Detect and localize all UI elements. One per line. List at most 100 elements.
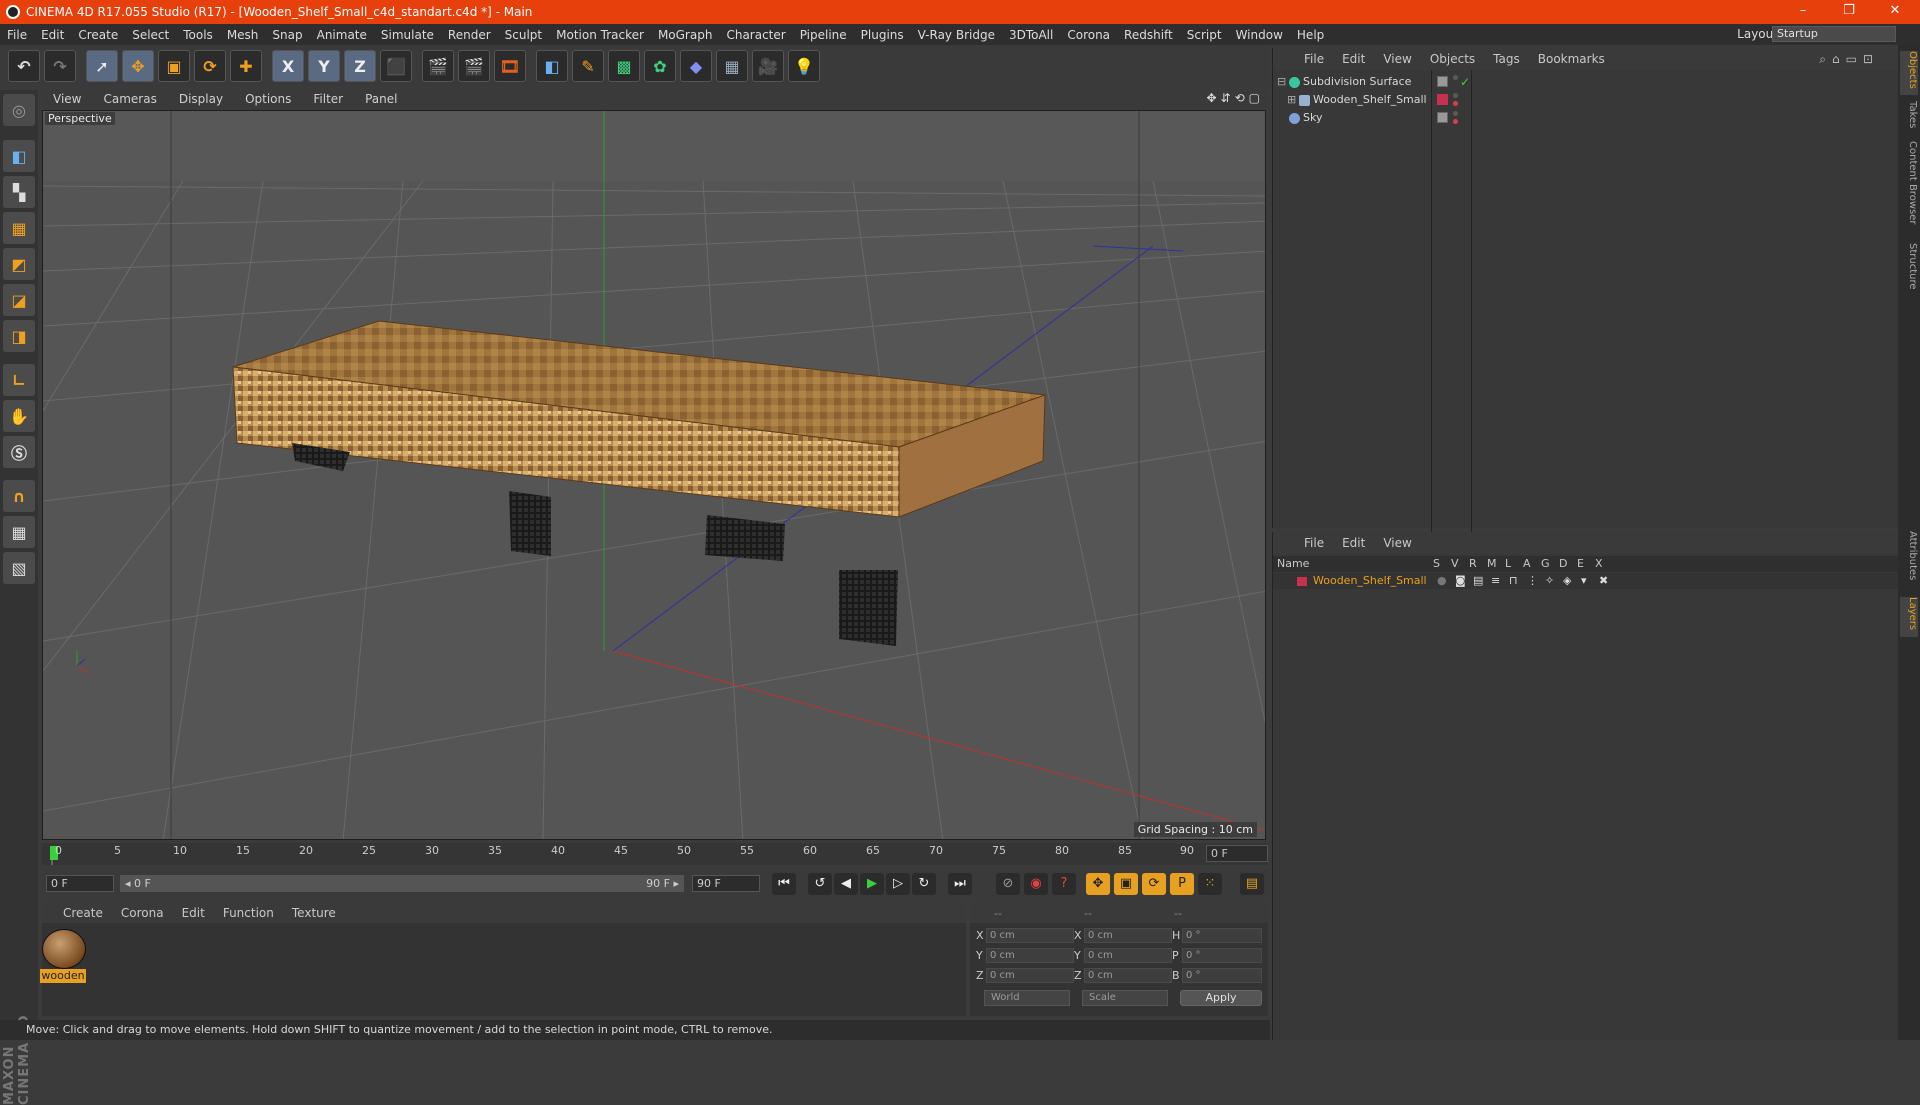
tab-content-browser[interactable]: Content Browser bbox=[1900, 141, 1918, 237]
layer-deformer-icon[interactable]: ◈ bbox=[1563, 573, 1571, 589]
object-menu-edit[interactable]: Edit bbox=[1333, 52, 1374, 66]
position-z-field[interactable]: 0 cm bbox=[986, 968, 1074, 983]
key-position-icon[interactable]: ✥ bbox=[1086, 873, 1110, 895]
viewport-menu-options[interactable]: Options bbox=[234, 92, 302, 106]
menu-render[interactable]: Render bbox=[441, 28, 498, 42]
previous-frame-icon[interactable]: ◀ bbox=[834, 873, 858, 895]
coordinate-mode-select[interactable]: World bbox=[984, 990, 1070, 1006]
material-preview[interactable] bbox=[42, 929, 86, 969]
material-menu-function[interactable]: Function bbox=[214, 906, 283, 920]
layer-color-swatch[interactable] bbox=[1297, 577, 1307, 586]
layer-manager-icon[interactable]: ≡ bbox=[1491, 573, 1500, 589]
viewport-menu-filter[interactable]: Filter bbox=[302, 92, 354, 106]
layer-menu-file[interactable]: File bbox=[1295, 536, 1333, 550]
material-name[interactable]: wooden bbox=[40, 969, 86, 983]
layer-expression-icon[interactable]: ▾ bbox=[1581, 573, 1587, 589]
menu-3dtoall[interactable]: 3DToAll bbox=[1002, 28, 1060, 42]
record-active-icon[interactable]: ⊘ bbox=[996, 873, 1020, 895]
size-z-field[interactable]: 0 cm bbox=[1084, 968, 1172, 983]
viewport-navigation-icons[interactable]: ✥⇵⟲▢ bbox=[1206, 91, 1264, 105]
rotate-tool-icon[interactable]: ⟳ bbox=[194, 50, 226, 82]
select-cursor-icon[interactable]: ➚ bbox=[86, 50, 118, 82]
previous-key-icon[interactable]: ↺ bbox=[808, 873, 832, 895]
next-frame-icon[interactable]: ▷ bbox=[886, 873, 910, 895]
layer-solo-icon[interactable]: ● bbox=[1437, 573, 1447, 589]
layer-generator-icon[interactable]: ✧ bbox=[1545, 573, 1554, 589]
menu-sculpt[interactable]: Sculpt bbox=[498, 28, 549, 42]
viewport-menu-panel[interactable]: Panel bbox=[354, 92, 408, 106]
menu-file[interactable]: File bbox=[0, 28, 34, 42]
object-name[interactable]: Wooden_Shelf_Small bbox=[1313, 91, 1427, 109]
subdivision-surface-icon[interactable]: ▩ bbox=[608, 50, 640, 82]
menu-create[interactable]: Create bbox=[71, 28, 125, 42]
object-menu-objects[interactable]: Objects bbox=[1421, 52, 1484, 66]
layer-color-icon[interactable] bbox=[1437, 94, 1448, 105]
axis-mode-icon[interactable]: ∟ bbox=[3, 364, 35, 396]
z-axis-lock-button[interactable]: Z bbox=[344, 50, 376, 82]
key-scale-icon[interactable]: ▣ bbox=[1114, 873, 1138, 895]
points-mode-icon[interactable]: ◩ bbox=[3, 248, 35, 280]
position-x-field[interactable]: 0 cm bbox=[986, 928, 1074, 943]
visibility-editor-dot[interactable] bbox=[1453, 75, 1458, 80]
collapse-icon[interactable]: ⊟ bbox=[1277, 73, 1286, 91]
viewport-menu-cameras[interactable]: Cameras bbox=[92, 92, 167, 106]
minimize-button[interactable]: – bbox=[1780, 0, 1826, 24]
move-tool-icon[interactable]: ✥ bbox=[122, 50, 154, 82]
size-y-field[interactable]: 0 cm bbox=[1084, 948, 1172, 963]
layer-render-icon[interactable]: ▤ bbox=[1473, 573, 1483, 589]
viewport-menu-display[interactable]: Display bbox=[168, 92, 234, 106]
menu-mograph[interactable]: MoGraph bbox=[651, 28, 720, 42]
object-menu-bookmarks[interactable]: Bookmarks bbox=[1529, 52, 1614, 66]
object-row-wooden-shelf[interactable]: ⊞ Wooden_Shelf_Small bbox=[1273, 91, 1899, 109]
object-row-subdivision-surface[interactable]: ⊟ Subdivision Surface ✓ bbox=[1273, 73, 1899, 91]
end-frame-field[interactable]: 90 F bbox=[692, 875, 760, 892]
object-menu-tags[interactable]: Tags bbox=[1484, 52, 1529, 66]
menu-vray-bridge[interactable]: V-Ray Bridge bbox=[911, 28, 1002, 42]
layout-select[interactable]: Startup bbox=[1772, 26, 1896, 42]
render-picture-viewer-icon[interactable]: 🎬 bbox=[458, 50, 490, 82]
magnet-icon[interactable]: ∩ bbox=[3, 480, 35, 512]
snap-icon[interactable]: Ⓢ bbox=[3, 436, 35, 468]
menu-edit[interactable]: Edit bbox=[34, 28, 71, 42]
visibility-editor-dot[interactable] bbox=[1453, 111, 1458, 116]
render-settings-icon[interactable]: 🎞 bbox=[494, 50, 526, 82]
goto-start-icon[interactable]: ⏮ bbox=[772, 873, 796, 895]
menu-redshift[interactable]: Redshift bbox=[1117, 28, 1180, 42]
planar-workplane-icon[interactable]: ▧ bbox=[3, 552, 35, 584]
menu-pipeline[interactable]: Pipeline bbox=[793, 28, 854, 42]
rotation-h-field[interactable]: 0 ° bbox=[1182, 928, 1262, 943]
object-menu-view[interactable]: View bbox=[1374, 52, 1420, 66]
menu-animate[interactable]: Animate bbox=[310, 28, 374, 42]
menu-window[interactable]: Window bbox=[1229, 28, 1290, 42]
layer-menu-edit[interactable]: Edit bbox=[1333, 536, 1374, 550]
layer-tag-icon[interactable] bbox=[1437, 76, 1448, 87]
menu-snap[interactable]: Snap bbox=[265, 28, 309, 42]
goto-end-icon[interactable]: ⏭ bbox=[948, 873, 972, 895]
menu-select[interactable]: Select bbox=[125, 28, 176, 42]
light-icon[interactable]: 💡 bbox=[788, 50, 820, 82]
perspective-viewport[interactable]: Perspective Grid Spacing : 10 cm bbox=[42, 110, 1266, 840]
visibility-render-dot[interactable] bbox=[1453, 101, 1458, 106]
make-editable-icon[interactable]: ◎ bbox=[3, 94, 35, 126]
layer-xref-icon[interactable]: ✖ bbox=[1599, 573, 1608, 589]
menu-simulate[interactable]: Simulate bbox=[374, 28, 441, 42]
redo-icon[interactable]: ↷ bbox=[44, 50, 76, 82]
tab-objects[interactable]: Objects bbox=[1900, 51, 1918, 95]
size-x-field[interactable]: 0 cm bbox=[1084, 928, 1172, 943]
model-mode-icon[interactable]: ◧ bbox=[3, 140, 35, 172]
current-frame-field[interactable]: 0 F bbox=[1206, 845, 1268, 862]
undo-icon[interactable]: ↶ bbox=[8, 50, 40, 82]
menu-tools[interactable]: Tools bbox=[176, 28, 220, 42]
viewport-menu-view[interactable]: View bbox=[42, 92, 92, 106]
size-mode-select[interactable]: Scale bbox=[1082, 990, 1168, 1006]
transform-tool-icon[interactable]: ✚ bbox=[230, 50, 262, 82]
object-name[interactable]: Sky bbox=[1303, 109, 1322, 127]
tweak-mode-icon[interactable]: ✋ bbox=[3, 400, 35, 432]
object-manager-toolbar-icons[interactable]: ⌕⌂▭⊡ bbox=[1810, 52, 1888, 67]
layer-lock-icon[interactable]: ⊓ bbox=[1509, 573, 1518, 589]
cube-primitive-icon[interactable]: ◧ bbox=[536, 50, 568, 82]
x-axis-lock-button[interactable]: X bbox=[272, 50, 304, 82]
expand-icon[interactable]: ⊞ bbox=[1287, 91, 1296, 109]
layer-menu-view[interactable]: View bbox=[1374, 536, 1420, 550]
layer-tag-icon[interactable] bbox=[1437, 112, 1448, 123]
